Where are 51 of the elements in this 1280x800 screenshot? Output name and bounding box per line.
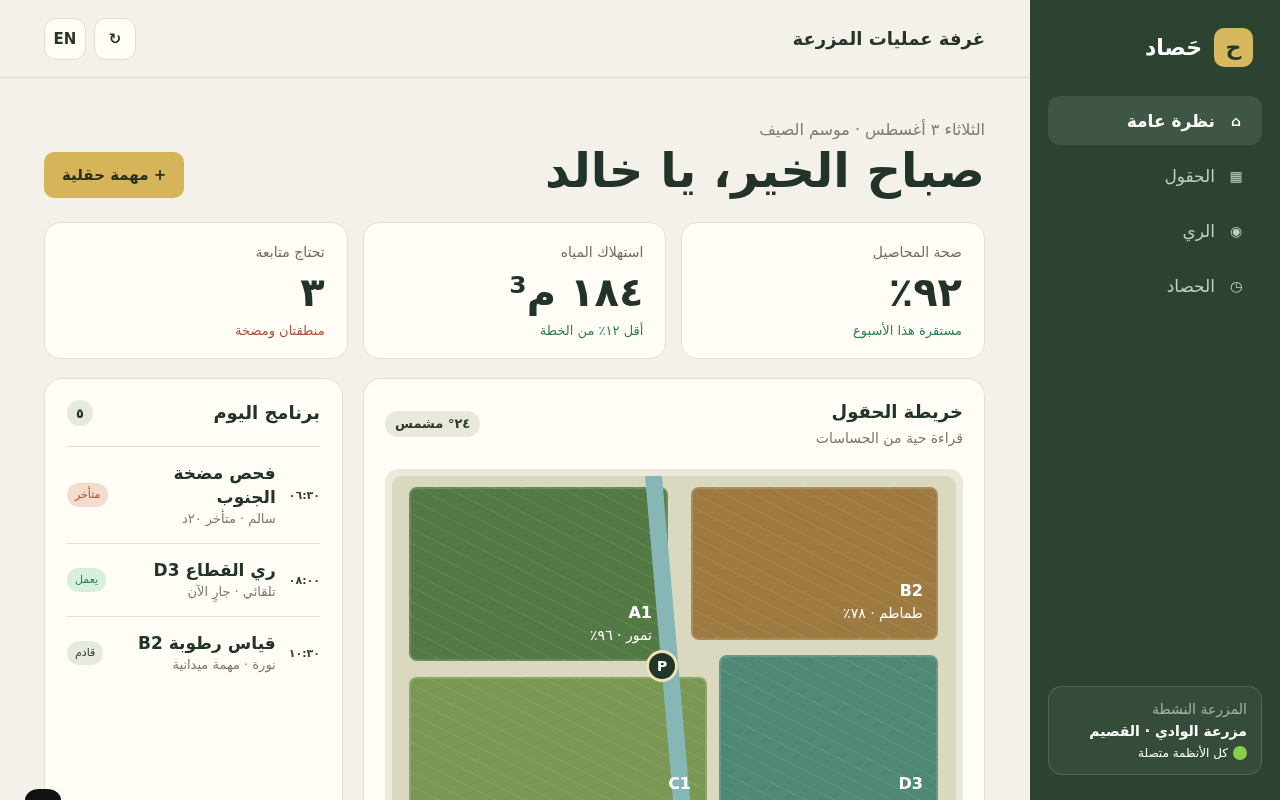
stat-note: مستقرة هذا الأسبوع — [853, 322, 962, 340]
weather-badge: ٢٤° مشمس — [385, 411, 481, 437]
page-title: غرفة عمليات المزرعة — [792, 28, 985, 49]
schedule-title: برنامج اليوم — [213, 401, 320, 426]
nav-item[interactable]: ▦ الحقول — [1048, 151, 1262, 200]
field-code: A1 — [628, 603, 652, 623]
stat-label: تحتاج متابعة — [255, 243, 325, 262]
status-badge: يعمل — [67, 568, 107, 592]
status-badge: قادم — [67, 641, 104, 665]
task-meta: نورة · مهمة ميدانية — [172, 656, 276, 675]
grid-icon: ▦ — [1229, 167, 1243, 184]
map-subtitle: قراءة حية من الحساسات — [815, 429, 963, 448]
stat-value: ٩٢٪ — [888, 268, 962, 316]
house-icon: ⌂ — [1229, 112, 1243, 129]
task-time: ١٠:٣٠ — [288, 646, 320, 660]
greeting-headline: صباح الخير، يا خالد — [545, 141, 985, 200]
nav-item[interactable]: ⌂ نظرة عامة — [1048, 96, 1262, 145]
stat-note: منطقتان ومضخة — [235, 322, 325, 340]
status-text: كل الأنظمة متصلة — [1137, 744, 1228, 762]
refresh-button[interactable]: ↻ — [94, 17, 136, 60]
field-code: D3 — [898, 774, 923, 794]
nav-item[interactable]: ◉ الري — [1048, 206, 1262, 255]
stat-value: ١٨٤ م³ — [509, 268, 644, 316]
target-icon: ◉ — [1229, 222, 1243, 239]
stat-label: استهلاك المياه — [560, 243, 644, 262]
status-badge: متأخر — [67, 483, 109, 507]
task-title: قياس رطوبة B2 — [138, 632, 276, 655]
task-time: ٠٦:٣٠ — [288, 488, 320, 502]
task-count-badge: ٥ — [67, 400, 93, 426]
task-title: فحص مضخة الجنوب — [172, 462, 276, 509]
stat-value: ٣ — [300, 268, 325, 316]
nav-item[interactable]: ◷ الحصاد — [1048, 261, 1262, 310]
field-code: B2 — [899, 581, 923, 601]
field-crop: تمور · ٩٦٪ — [590, 626, 652, 645]
map-title: خريطة الحقول — [830, 400, 963, 424]
farm-label: المزرعة النشطة — [1151, 700, 1247, 719]
task-meta: سالم · متأخر ٢٠د — [181, 509, 276, 529]
date-text: الثلاثاء ٣ أغسطس · موسم الصيف — [758, 120, 985, 140]
language-button[interactable]: EN — [44, 17, 86, 60]
brand-name: حَصاد — [1144, 33, 1202, 62]
field-crop: طماطم · ٧٨٪ — [843, 604, 923, 623]
new-task-button[interactable]: + مهمة حقلية — [44, 152, 185, 198]
stat-note: أقل ١٢٪ من الخطة — [539, 322, 644, 340]
floating-button[interactable] — [25, 789, 61, 800]
task-meta: تلقائي · جارٍ الآن — [187, 582, 276, 602]
farm-name: مزرعة الوادي · القصيم — [1088, 722, 1247, 741]
stat-label: صحة المحاصيل — [872, 243, 962, 262]
clock-icon: ◷ — [1229, 277, 1243, 294]
task-title: ري القطاع D3 — [153, 559, 276, 582]
logo-mark: ح — [1214, 28, 1253, 67]
task-time: ٠٨:٠٠ — [288, 573, 320, 587]
